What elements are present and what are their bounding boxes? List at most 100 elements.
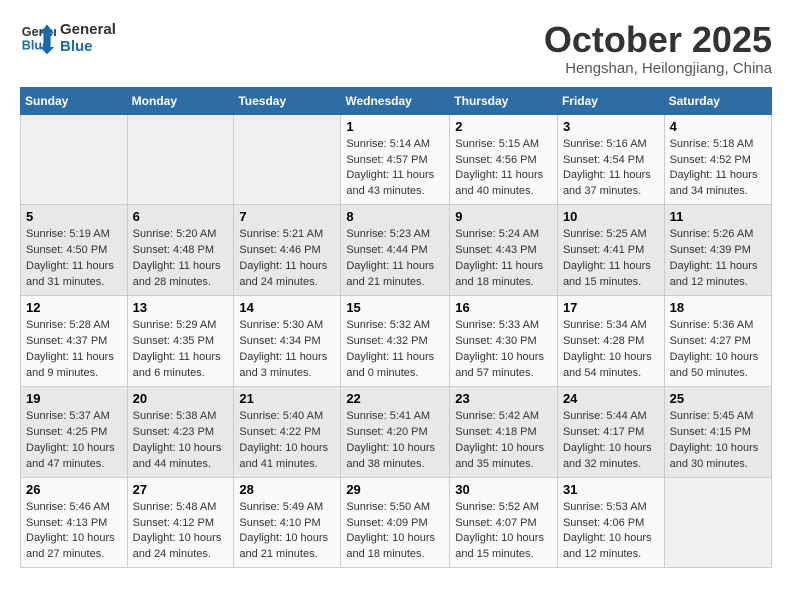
calendar-cell: 14 Sunrise: 5:30 AM Sunset: 4:34 PM Dayli… <box>234 296 341 387</box>
day-number: 8 <box>346 209 444 224</box>
logo-general-text: General <box>60 21 116 38</box>
day-info: Sunrise: 5:14 AM Sunset: 4:57 PM Dayligh… <box>346 137 444 201</box>
calendar-cell: 1 Sunrise: 5:14 AM Sunset: 4:57 PM Daylig… <box>341 114 450 205</box>
calendar-cell: 13 Sunrise: 5:29 AM Sunset: 4:35 PM Dayli… <box>127 296 234 387</box>
calendar-cell: 5Sunrise: 5:19 AM Sunset: 4:50 PM Daylig… <box>21 205 128 296</box>
day-info: Sunrise: 5:48 AM Sunset: 4:12 PM Dayligh… <box>133 500 229 564</box>
day-number: 9 <box>455 209 552 224</box>
calendar-cell <box>21 114 128 205</box>
day-info: Sunrise: 5:42 AM Sunset: 4:18 PM Dayligh… <box>455 409 552 473</box>
calendar-cell: 23 Sunrise: 5:42 AM Sunset: 4:18 PM Dayli… <box>450 386 558 477</box>
calendar-cell: 2 Sunrise: 5:15 AM Sunset: 4:56 PM Daylig… <box>450 114 558 205</box>
calendar-cell: 6Sunrise: 5:20 AM Sunset: 4:48 PM Daylig… <box>127 205 234 296</box>
weekday-header-row: SundayMondayTuesdayWednesdayThursdayFrid… <box>21 87 772 114</box>
day-info: Sunrise: 5:30 AM Sunset: 4:34 PM Dayligh… <box>239 318 335 382</box>
calendar-cell: 3Sunrise: 5:16 AM Sunset: 4:54 PM Daylig… <box>557 114 664 205</box>
day-number: 4 <box>670 119 766 134</box>
day-number: 28 <box>239 482 335 497</box>
calendar-cell: 26 Sunrise: 5:46 AM Sunset: 4:13 PM Dayli… <box>21 477 128 568</box>
calendar-week-3: 12 Sunrise: 5:28 AM Sunset: 4:37 PM Dayli… <box>21 296 772 387</box>
calendar-week-2: 5Sunrise: 5:19 AM Sunset: 4:50 PM Daylig… <box>21 205 772 296</box>
calendar-cell: 25 Sunrise: 5:45 AM Sunset: 4:15 PM Dayli… <box>664 386 771 477</box>
day-number: 14 <box>239 300 335 315</box>
day-number: 12 <box>26 300 122 315</box>
day-info: Sunrise: 5:53 AM Sunset: 4:06 PM Dayligh… <box>563 500 659 564</box>
day-info: Sunrise: 5:41 AM Sunset: 4:20 PM Dayligh… <box>346 409 444 473</box>
day-number: 27 <box>133 482 229 497</box>
calendar-week-1: 1 Sunrise: 5:14 AM Sunset: 4:57 PM Daylig… <box>21 114 772 205</box>
day-number: 31 <box>563 482 659 497</box>
calendar-cell: 12 Sunrise: 5:28 AM Sunset: 4:37 PM Dayli… <box>21 296 128 387</box>
day-number: 23 <box>455 391 552 406</box>
day-info: Sunrise: 5:45 AM Sunset: 4:15 PM Dayligh… <box>670 409 766 473</box>
calendar-cell: 31 Sunrise: 5:53 AM Sunset: 4:06 PM Dayli… <box>557 477 664 568</box>
day-number: 26 <box>26 482 122 497</box>
location: Hengshan, Heilongjiang, China <box>544 60 772 77</box>
day-info: Sunrise: 5:46 AM Sunset: 4:13 PM Dayligh… <box>26 500 122 564</box>
day-info: Sunrise: 5:25 AM Sunset: 4:41 PM Dayligh… <box>563 227 659 291</box>
calendar-week-5: 26 Sunrise: 5:46 AM Sunset: 4:13 PM Dayli… <box>21 477 772 568</box>
day-number: 15 <box>346 300 444 315</box>
weekday-header-wednesday: Wednesday <box>341 87 450 114</box>
day-info: Sunrise: 5:49 AM Sunset: 4:10 PM Dayligh… <box>239 500 335 564</box>
day-info: Sunrise: 5:36 AM Sunset: 4:27 PM Dayligh… <box>670 318 766 382</box>
calendar-cell: 18 Sunrise: 5:36 AM Sunset: 4:27 PM Dayli… <box>664 296 771 387</box>
day-info: Sunrise: 5:29 AM Sunset: 4:35 PM Dayligh… <box>133 318 229 382</box>
day-number: 3 <box>563 119 659 134</box>
calendar-cell: 9 Sunrise: 5:24 AM Sunset: 4:43 PM Daylig… <box>450 205 558 296</box>
day-info: Sunrise: 5:23 AM Sunset: 4:44 PM Dayligh… <box>346 227 444 291</box>
calendar-cell: 7Sunrise: 5:21 AM Sunset: 4:46 PM Daylig… <box>234 205 341 296</box>
calendar-cell: 22Sunrise: 5:41 AM Sunset: 4:20 PM Dayli… <box>341 386 450 477</box>
day-number: 24 <box>563 391 659 406</box>
day-number: 6 <box>133 209 229 224</box>
month-title: October 2025 <box>544 20 772 60</box>
day-info: Sunrise: 5:32 AM Sunset: 4:32 PM Dayligh… <box>346 318 444 382</box>
calendar-cell: 15 Sunrise: 5:32 AM Sunset: 4:32 PM Dayli… <box>341 296 450 387</box>
day-info: Sunrise: 5:52 AM Sunset: 4:07 PM Dayligh… <box>455 500 552 564</box>
day-info: Sunrise: 5:18 AM Sunset: 4:52 PM Dayligh… <box>670 137 766 201</box>
day-number: 13 <box>133 300 229 315</box>
calendar-cell: 30 Sunrise: 5:52 AM Sunset: 4:07 PM Dayli… <box>450 477 558 568</box>
logo-blue-text: Blue <box>60 38 93 55</box>
day-number: 1 <box>346 119 444 134</box>
weekday-header-monday: Monday <box>127 87 234 114</box>
day-info: Sunrise: 5:37 AM Sunset: 4:25 PM Dayligh… <box>26 409 122 473</box>
calendar-cell: 11 Sunrise: 5:26 AM Sunset: 4:39 PM Dayli… <box>664 205 771 296</box>
calendar-cell: 16 Sunrise: 5:33 AM Sunset: 4:30 PM Dayli… <box>450 296 558 387</box>
day-info: Sunrise: 5:19 AM Sunset: 4:50 PM Dayligh… <box>26 227 122 291</box>
day-info: Sunrise: 5:24 AM Sunset: 4:43 PM Dayligh… <box>455 227 552 291</box>
calendar-cell <box>127 114 234 205</box>
calendar-cell: 19 Sunrise: 5:37 AM Sunset: 4:25 PM Dayli… <box>21 386 128 477</box>
day-info: Sunrise: 5:26 AM Sunset: 4:39 PM Dayligh… <box>670 227 766 291</box>
calendar-cell: 4 Sunrise: 5:18 AM Sunset: 4:52 PM Daylig… <box>664 114 771 205</box>
calendar-cell <box>234 114 341 205</box>
day-number: 2 <box>455 119 552 134</box>
day-info: Sunrise: 5:34 AM Sunset: 4:28 PM Dayligh… <box>563 318 659 382</box>
day-info: Sunrise: 5:21 AM Sunset: 4:46 PM Dayligh… <box>239 227 335 291</box>
day-number: 16 <box>455 300 552 315</box>
day-info: Sunrise: 5:33 AM Sunset: 4:30 PM Dayligh… <box>455 318 552 382</box>
day-number: 25 <box>670 391 766 406</box>
calendar-cell: 8 Sunrise: 5:23 AM Sunset: 4:44 PM Daylig… <box>341 205 450 296</box>
day-info: Sunrise: 5:50 AM Sunset: 4:09 PM Dayligh… <box>346 500 444 564</box>
calendar-cell: 27 Sunrise: 5:48 AM Sunset: 4:12 PM Dayli… <box>127 477 234 568</box>
day-number: 21 <box>239 391 335 406</box>
day-info: Sunrise: 5:40 AM Sunset: 4:22 PM Dayligh… <box>239 409 335 473</box>
day-info: Sunrise: 5:38 AM Sunset: 4:23 PM Dayligh… <box>133 409 229 473</box>
calendar-week-4: 19 Sunrise: 5:37 AM Sunset: 4:25 PM Dayli… <box>21 386 772 477</box>
day-number: 10 <box>563 209 659 224</box>
weekday-header-friday: Friday <box>557 87 664 114</box>
day-number: 17 <box>563 300 659 315</box>
day-number: 30 <box>455 482 552 497</box>
day-number: 29 <box>346 482 444 497</box>
calendar-cell: 10 Sunrise: 5:25 AM Sunset: 4:41 PM Dayli… <box>557 205 664 296</box>
day-info: Sunrise: 5:28 AM Sunset: 4:37 PM Dayligh… <box>26 318 122 382</box>
calendar-cell <box>664 477 771 568</box>
day-info: Sunrise: 5:15 AM Sunset: 4:56 PM Dayligh… <box>455 137 552 201</box>
calendar-cell: 24Sunrise: 5:44 AM Sunset: 4:17 PM Dayli… <box>557 386 664 477</box>
day-number: 18 <box>670 300 766 315</box>
day-number: 19 <box>26 391 122 406</box>
weekday-header-saturday: Saturday <box>664 87 771 114</box>
day-number: 11 <box>670 209 766 224</box>
page-header: General Blue General Blue October 2025 H… <box>20 20 772 77</box>
